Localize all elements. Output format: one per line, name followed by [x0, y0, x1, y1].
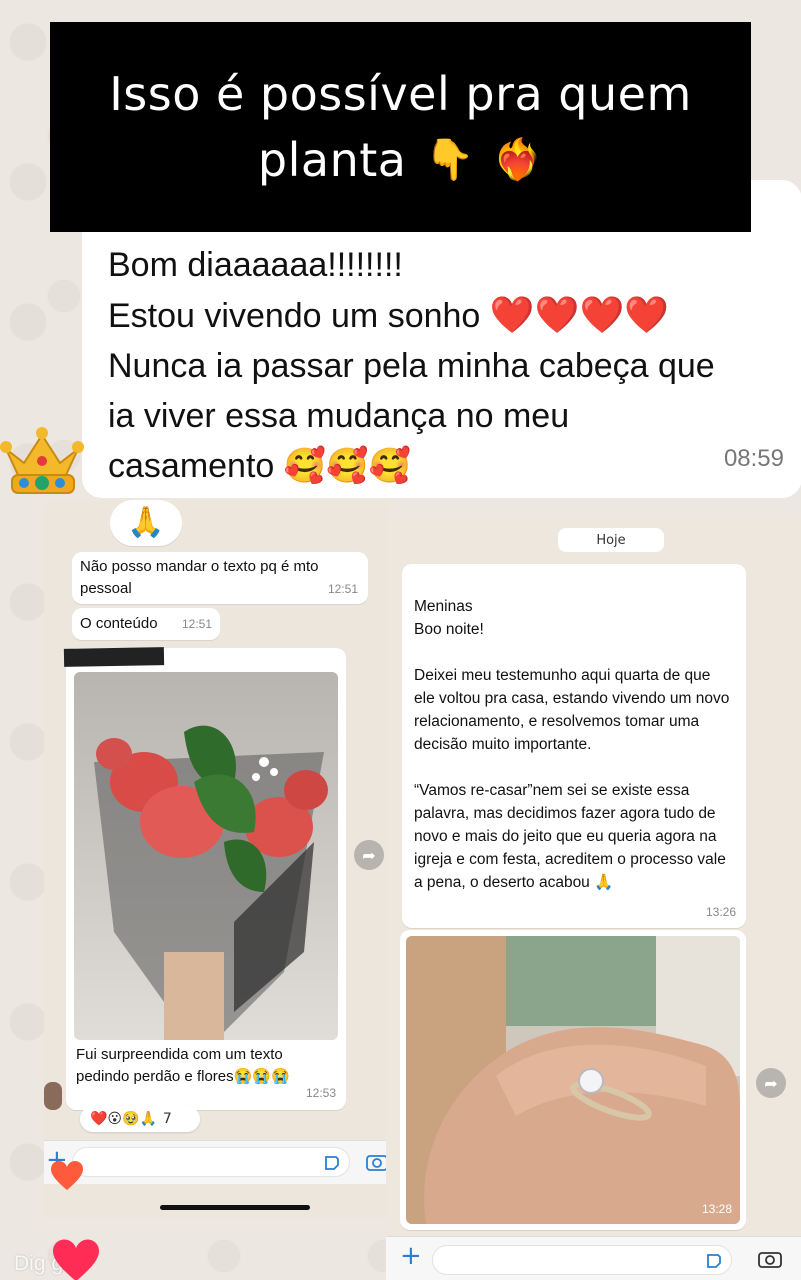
- message-input-bar: +: [386, 1236, 801, 1280]
- sticker-icon[interactable]: [705, 1252, 723, 1270]
- message-time: 13:26: [705, 905, 736, 919]
- reaction-count: 7: [162, 1111, 172, 1127]
- message-input[interactable]: [432, 1245, 732, 1275]
- home-indicator: [160, 1205, 310, 1210]
- right-chat-screenshot: Hoje Meninas Boo noite! Deixei meu teste…: [386, 520, 801, 1280]
- message-text: O conteúdo: [80, 615, 158, 632]
- message-time: 12:53: [305, 1086, 336, 1100]
- left-chat-screenshot: 🙏 Não posso mandar o texto pq é mto pess…: [44, 500, 388, 1218]
- message-reactions[interactable]: ❤️😮🥹🙏 7: [80, 1106, 200, 1132]
- message-line: ia viver essa mudança no meu: [108, 397, 570, 435]
- message-input[interactable]: [72, 1147, 350, 1177]
- forward-icon[interactable]: ➦: [354, 840, 384, 870]
- story-caption: Isso é possível pra quem planta 👇 ❤️‍🔥: [50, 22, 751, 232]
- message-timestamp: 08:59: [723, 445, 784, 472]
- message-line: Estou vivendo um sonho ❤️❤️❤️❤️: [108, 294, 670, 335]
- chat-message: Não posso mandar o texto pq é mto pessoa…: [72, 552, 368, 604]
- heart-icon[interactable]: [48, 1238, 104, 1280]
- message-text: Meninas Boo noite! Deixei meu testemunho…: [414, 598, 730, 891]
- date-chip: Hoje: [558, 528, 664, 552]
- message-line: Bom diaaaaaa!!!!!!!!: [108, 246, 403, 284]
- engagement-ring-photo[interactable]: [406, 936, 740, 1224]
- forward-icon[interactable]: ➦: [756, 1068, 786, 1098]
- caption-line-1: Isso é possível pra quem: [109, 67, 692, 121]
- photo-message[interactable]: 13:28: [400, 930, 746, 1230]
- sticker-icon[interactable]: [323, 1154, 341, 1172]
- redacted-name: [63, 647, 165, 667]
- message-text: Não posso mandar o texto pq é mto pessoa…: [80, 558, 319, 597]
- message-line: casamento 🥰🥰🥰: [108, 447, 411, 485]
- chat-message: Meninas Boo noite! Deixei meu testemunho…: [402, 564, 746, 928]
- pointing-down-icon: 👇: [424, 137, 475, 183]
- photo-caption: Fui surpreendida com um texto pedindo pe…: [76, 1046, 290, 1085]
- heart-icon: [51, 1161, 83, 1190]
- message-time: 13:28: [701, 1202, 732, 1216]
- caption-line-2-row: planta 👇 ❤️‍🔥: [258, 127, 543, 193]
- smiling-hearts-icon: 🥰🥰🥰: [283, 447, 411, 485]
- message-time: 12:51: [327, 582, 358, 596]
- camera-icon[interactable]: [758, 1249, 782, 1269]
- message-time: 12:51: [181, 617, 212, 631]
- reaction-emojis: ❤️😮🥹🙏: [90, 1111, 157, 1127]
- pray-emoji-message: 🙏: [110, 500, 182, 546]
- photo-message[interactable]: Fui surpreendida com um texto pedindo pe…: [66, 648, 346, 1110]
- plus-icon[interactable]: +: [400, 1241, 422, 1271]
- heart-on-fire-icon: ❤️‍🔥: [492, 137, 544, 183]
- caption-line-2: planta: [257, 133, 407, 187]
- message-input-bar: +: [44, 1140, 388, 1184]
- message-line: Nunca ia passar pela minha cabeça que: [108, 347, 715, 385]
- red-hearts-icon: ❤️❤️❤️❤️: [489, 294, 670, 335]
- camera-icon[interactable]: [366, 1152, 388, 1172]
- crown-icon: [0, 427, 84, 494]
- roses-photo[interactable]: [74, 672, 338, 1040]
- avatar: [44, 1082, 62, 1110]
- chat-message: O conteúdo 12:51: [72, 608, 220, 640]
